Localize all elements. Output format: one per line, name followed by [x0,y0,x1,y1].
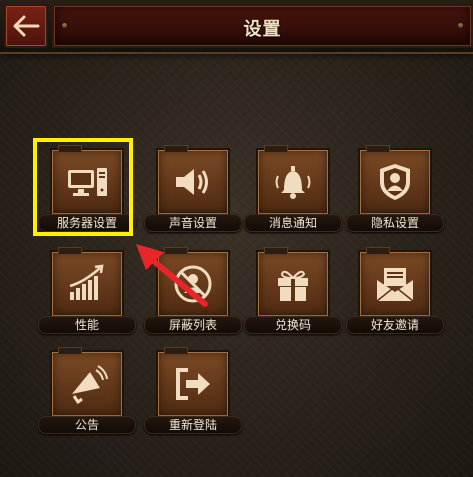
header: 设置 [0,0,473,54]
tile-privacy-settings[interactable]: 隐私设置 [346,145,444,232]
gift-icon [278,270,308,301]
tile-label: 重新登陆 [144,416,242,434]
highlight-box [33,138,133,236]
page-title: 设置 [243,19,282,40]
tile-label: 好友邀请 [346,316,444,334]
speaker-icon [176,169,208,195]
title-frame: 设置 [52,4,473,48]
tile-notifications[interactable]: 消息通知 [244,145,342,232]
tile-announcement[interactable]: 公告 [38,347,136,434]
tile-label: 消息通知 [244,214,342,232]
back-arrow-icon [13,15,40,37]
tile-label: 性能 [38,316,136,334]
back-button[interactable] [4,4,48,48]
shield-user-icon [380,164,410,200]
bell-icon [275,166,311,199]
tile-label: 公告 [38,416,136,434]
envelope-icon [376,268,414,302]
tile-friend-invite[interactable]: 好友邀请 [346,247,444,334]
tile-performance[interactable]: 性能 [38,247,136,334]
relogin-icon [176,368,210,400]
tile-redeem-code[interactable]: 兑换码 [244,247,342,334]
annotation-arrow-icon [136,244,208,307]
tile-label: 屏蔽列表 [144,316,242,334]
tile-label: 隐私设置 [346,214,444,232]
tile-label: 声音设置 [144,214,242,232]
megaphone-icon [72,365,108,405]
tile-sound-settings[interactable]: 声音设置 [144,145,242,232]
tile-label: 兑换码 [244,316,342,334]
tile-relogin[interactable]: 重新登陆 [144,347,242,434]
performance-bars-icon [69,264,104,300]
